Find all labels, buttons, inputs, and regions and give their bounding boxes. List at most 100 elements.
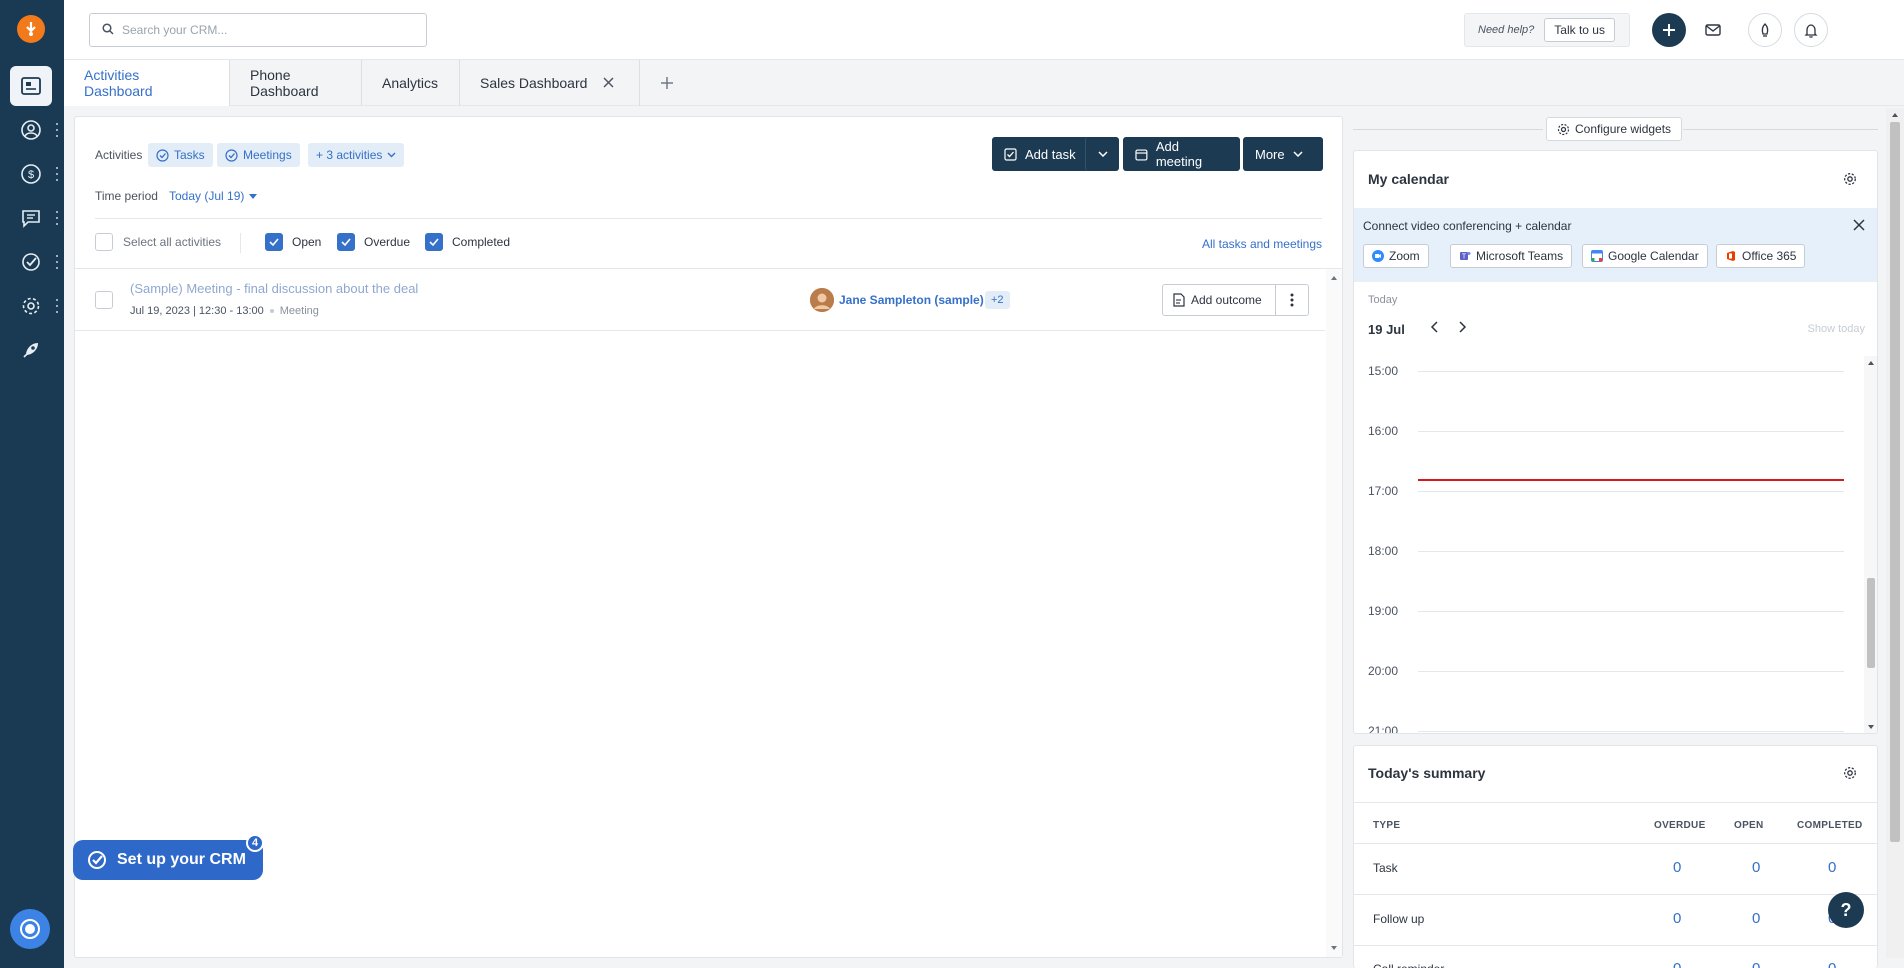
show-today-button[interactable]: Show today <box>1808 323 1865 335</box>
divider <box>240 233 241 253</box>
help-box: Need help? Talk to us <box>1464 13 1630 47</box>
rocket-nav-icon[interactable] <box>10 330 52 370</box>
all-tasks-meetings-link[interactable]: All tasks and meetings <box>1202 237 1322 251</box>
setup-crm-button[interactable]: Set up your CRM <box>73 840 263 880</box>
add-meeting-label: Add meeting <box>1155 139 1203 169</box>
connect-banner: Connect video conferencing + calendar Zo… <box>1354 208 1877 282</box>
summary-value[interactable]: 0 <box>1673 910 1681 927</box>
microsoft-teams-button[interactable]: T Microsoft Teams <box>1450 244 1573 268</box>
assistant-icon[interactable] <box>10 909 50 949</box>
talk-to-us-button[interactable]: Talk to us <box>1544 18 1615 42</box>
nav-more-icon[interactable] <box>54 255 60 269</box>
summary-value[interactable]: 0 <box>1752 859 1760 876</box>
brand-logo[interactable] <box>17 15 45 43</box>
filter-completed[interactable]: Completed <box>425 233 510 251</box>
person-link[interactable]: Jane Sampleton (sample) <box>839 293 984 307</box>
time-period-label: Time period <box>95 189 158 203</box>
tab-phone-dashboard[interactable]: Phone Dashboard <box>230 60 362 106</box>
more-button[interactable]: More <box>1243 137 1323 171</box>
add-tab-icon[interactable] <box>656 72 678 94</box>
more-participants-badge[interactable]: +2 <box>985 291 1010 309</box>
tab-activities-dashboard[interactable]: Activities Dashboard <box>64 60 230 106</box>
next-day-icon[interactable] <box>1456 320 1468 337</box>
tab-sales-dashboard[interactable]: Sales Dashboard <box>460 60 640 106</box>
summary-value[interactable]: 0 <box>1828 859 1836 876</box>
bell-icon[interactable] <box>1794 13 1828 47</box>
completed-label: Completed <box>452 235 511 249</box>
add-task-dropdown[interactable] <box>1085 137 1119 171</box>
scroll-thumb[interactable] <box>1890 122 1900 842</box>
checkmark-icon <box>341 238 351 246</box>
row-checkbox[interactable] <box>95 291 113 309</box>
calendar-settings-icon[interactable] <box>1843 172 1857 189</box>
row-menu-button[interactable] <box>1275 284 1309 316</box>
rocket-icon[interactable] <box>1748 13 1782 47</box>
quick-add-button[interactable] <box>1652 13 1686 47</box>
open-checkbox[interactable] <box>265 233 283 251</box>
current-time-line <box>1418 479 1844 481</box>
calendar-timeline[interactable]: 15:00 16:00 17:00 18:00 19:00 20:00 21:0… <box>1354 356 1864 733</box>
time-period-selector[interactable]: Today (Jul 19) <box>169 189 258 203</box>
svg-text:T: T <box>1462 254 1467 261</box>
chip-label: + 3 activities <box>316 148 383 162</box>
search-input[interactable] <box>122 23 412 37</box>
calendar-scrollbar[interactable] <box>1864 356 1877 733</box>
tab-analytics[interactable]: Analytics <box>362 60 460 106</box>
summary-widget: Today's summary TYPE OVERDUE OPEN COMPLE… <box>1353 745 1878 968</box>
summary-value[interactable]: 0 <box>1673 960 1681 968</box>
activity-title-link[interactable]: (Sample) Meeting - final discussion abou… <box>130 281 418 296</box>
activities-scrollbar[interactable] <box>1326 269 1342 957</box>
select-all-control[interactable]: Select all activities <box>95 233 221 251</box>
scroll-thumb[interactable] <box>1867 578 1875 668</box>
summary-value[interactable]: 0 <box>1673 859 1681 876</box>
dashboard-nav-icon[interactable] <box>10 66 52 106</box>
activities-nav-icon[interactable] <box>10 242 52 282</box>
summary-value[interactable]: 0 <box>1828 960 1836 968</box>
add-meeting-button[interactable]: Add meeting <box>1123 137 1240 171</box>
contacts-nav-icon[interactable] <box>10 110 52 150</box>
summary-value[interactable]: 0 <box>1752 960 1760 968</box>
configure-widgets-button[interactable]: Configure widgets <box>1546 117 1683 141</box>
overdue-checkbox[interactable] <box>337 233 355 251</box>
help-button[interactable]: ? <box>1828 892 1864 928</box>
calendar-icon <box>1135 148 1148 161</box>
add-outcome-button[interactable]: Add outcome <box>1162 284 1276 316</box>
search-box[interactable] <box>89 13 427 47</box>
chip-more-activities[interactable]: + 3 activities <box>308 143 405 167</box>
office-365-button[interactable]: Office 365 <box>1716 244 1806 268</box>
completed-checkbox[interactable] <box>425 233 443 251</box>
previous-day-icon[interactable] <box>1429 320 1441 337</box>
nav-more-icon[interactable] <box>54 211 60 225</box>
chip-meetings[interactable]: Meetings <box>217 143 300 167</box>
chip-label: Tasks <box>174 148 205 162</box>
hour-gridline <box>1418 551 1844 552</box>
zoom-button[interactable]: Zoom <box>1363 244 1429 268</box>
nav-more-icon[interactable] <box>54 167 60 181</box>
summary-value[interactable]: 0 <box>1752 910 1760 927</box>
page-scrollbar[interactable] <box>1886 108 1904 958</box>
summary-settings-icon[interactable] <box>1843 766 1857 783</box>
close-banner-icon[interactable] <box>1853 219 1865 234</box>
nav-more-icon[interactable] <box>54 299 60 313</box>
scroll-down-icon <box>1331 946 1337 950</box>
hour-gridline <box>1418 611 1844 612</box>
chip-tasks[interactable]: Tasks <box>148 143 213 167</box>
close-tab-icon[interactable] <box>603 75 614 91</box>
column-header-completed: COMPLETED <box>1797 820 1863 831</box>
settings-nav-icon[interactable] <box>10 286 52 326</box>
nav-more-icon[interactable] <box>54 123 60 137</box>
filter-overdue[interactable]: Overdue <box>337 233 410 251</box>
setup-crm-label: Set up your CRM <box>117 851 246 868</box>
add-task-label: Add task <box>1025 146 1076 162</box>
today-label: Today <box>1368 294 1398 306</box>
mail-icon[interactable] <box>1696 13 1730 47</box>
google-calendar-button[interactable]: Google Calendar <box>1582 244 1708 268</box>
summary-row-label: Call reminder <box>1373 962 1444 968</box>
select-all-checkbox[interactable] <box>95 233 113 251</box>
filter-open[interactable]: Open <box>265 233 321 251</box>
deals-nav-icon[interactable]: $ <box>10 154 52 194</box>
hour-label: 20:00 <box>1368 664 1399 678</box>
hour-gridline <box>1418 731 1844 732</box>
table-row[interactable]: (Sample) Meeting - final discussion abou… <box>75 269 1325 331</box>
messages-nav-icon[interactable] <box>10 198 52 238</box>
